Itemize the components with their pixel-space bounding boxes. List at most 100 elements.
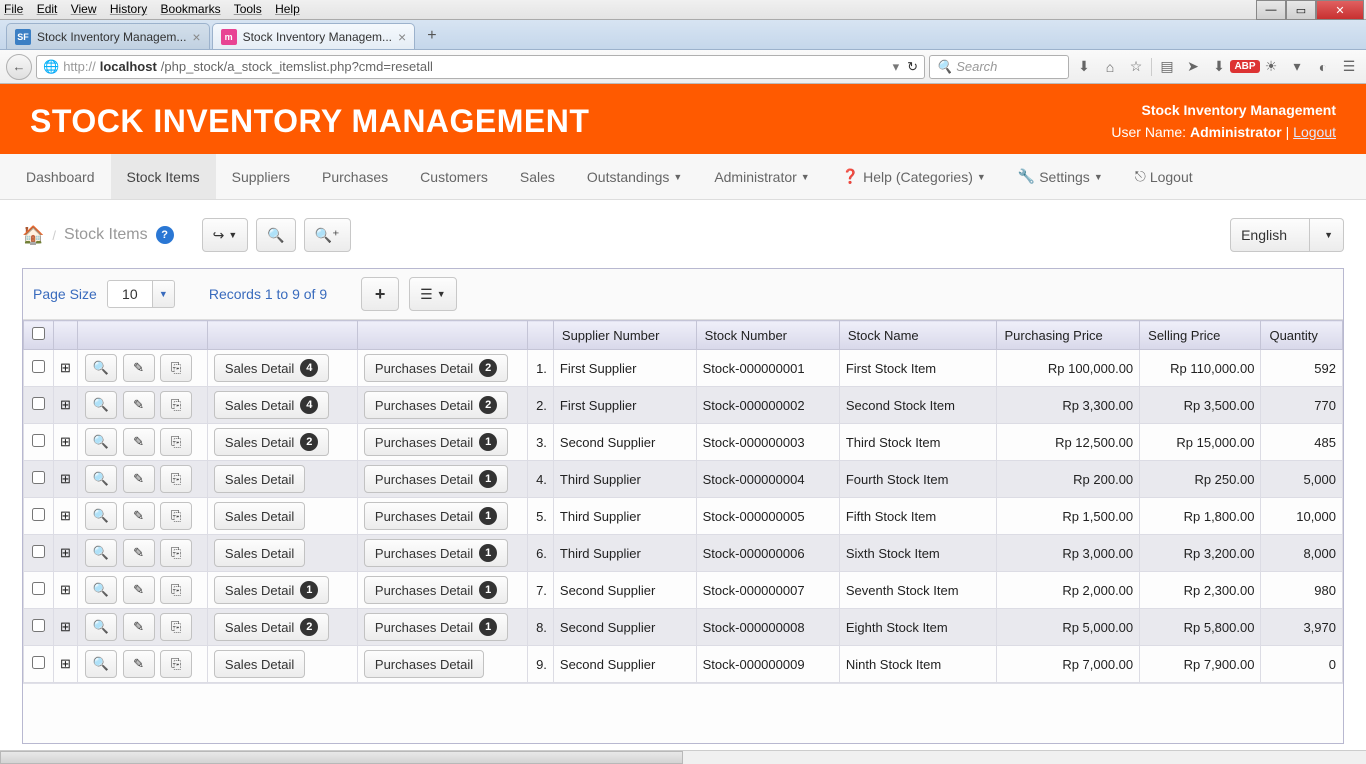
menu-edit[interactable]: Edit: [37, 2, 58, 16]
copy-button[interactable]: ⎘: [160, 613, 192, 641]
reload-icon[interactable]: ↻: [907, 59, 918, 75]
search-input[interactable]: 🔍 Search: [929, 55, 1069, 79]
purchases-detail-button[interactable]: Purchases Detail 2: [364, 354, 508, 382]
close-icon[interactable]: ×: [192, 29, 200, 45]
chevron-down-icon[interactable]: ▾: [1286, 58, 1308, 75]
save-icon[interactable]: ⬇: [1208, 58, 1230, 75]
sales-detail-button[interactable]: Sales Detail 4: [214, 391, 329, 419]
copy-button[interactable]: ⎘: [160, 502, 192, 530]
row-checkbox[interactable]: [32, 434, 45, 447]
view-button[interactable]: 🔍: [85, 391, 117, 419]
menu-bookmarks[interactable]: Bookmarks: [161, 2, 221, 16]
add-button[interactable]: +: [361, 277, 399, 311]
browser-tab[interactable]: m Stock Inventory Managem... ×: [212, 23, 416, 49]
bookmark-icon[interactable]: ☆: [1125, 58, 1147, 75]
row-checkbox[interactable]: [32, 397, 45, 410]
select-all-checkbox[interactable]: [32, 327, 45, 340]
sales-detail-button[interactable]: Sales Detail: [214, 650, 305, 678]
menu-tools[interactable]: Tools: [234, 2, 262, 16]
nav-purchases[interactable]: Purchases: [306, 154, 404, 199]
nav-settings[interactable]: 🔧 Settings ▼: [1002, 154, 1119, 199]
purchases-detail-button[interactable]: Purchases Detail 1: [364, 539, 508, 567]
help-icon[interactable]: ?: [156, 226, 174, 244]
new-tab-button[interactable]: +: [417, 23, 446, 49]
back-button[interactable]: ←: [6, 54, 32, 80]
view-button[interactable]: 🔍: [85, 428, 117, 456]
logout-link[interactable]: Logout: [1293, 124, 1336, 140]
view-button[interactable]: 🔍: [85, 613, 117, 641]
scrollbar-thumb[interactable]: [0, 751, 683, 764]
language-select[interactable]: English: [1230, 218, 1310, 252]
download-icon[interactable]: ⬇: [1073, 58, 1095, 75]
expand-button[interactable]: ⊞: [54, 535, 78, 572]
page-size-input[interactable]: 10: [107, 280, 153, 308]
window-close[interactable]: ✕: [1316, 0, 1364, 20]
view-button[interactable]: 🔍: [85, 650, 117, 678]
expand-button[interactable]: ⊞: [54, 572, 78, 609]
sales-detail-button[interactable]: Sales Detail 1: [214, 576, 329, 604]
nav-outstandings[interactable]: Outstandings ▼: [571, 154, 698, 199]
sales-detail-button[interactable]: Sales Detail: [214, 502, 305, 530]
nav-suppliers[interactable]: Suppliers: [216, 154, 306, 199]
nav-help[interactable]: ❓ Help (Categories) ▼: [826, 154, 1002, 199]
nav-dashboard[interactable]: Dashboard: [10, 154, 111, 199]
row-checkbox[interactable]: [32, 471, 45, 484]
window-minimize[interactable]: —: [1256, 0, 1286, 20]
search-button[interactable]: 🔍: [256, 218, 295, 252]
menu-view[interactable]: View: [71, 2, 97, 16]
advanced-search-button[interactable]: 🔍⁺: [304, 218, 351, 252]
view-button[interactable]: 🔍: [85, 465, 117, 493]
edit-button[interactable]: ✎: [123, 502, 155, 530]
view-button[interactable]: 🔍: [85, 576, 117, 604]
row-checkbox[interactable]: [32, 619, 45, 632]
edit-button[interactable]: ✎: [123, 650, 155, 678]
home-icon[interactable]: 🏠: [22, 225, 44, 246]
view-button[interactable]: 🔍: [85, 539, 117, 567]
nav-administrator[interactable]: Administrator ▼: [698, 154, 825, 199]
expand-button[interactable]: ⊞: [54, 461, 78, 498]
copy-button[interactable]: ⎘: [160, 539, 192, 567]
row-checkbox[interactable]: [32, 545, 45, 558]
browser-tab[interactable]: SF Stock Inventory Managem... ×: [6, 23, 210, 49]
nav-customers[interactable]: Customers: [404, 154, 504, 199]
bulk-action-button[interactable]: ☰▼: [409, 277, 456, 311]
purchases-detail-button[interactable]: Purchases Detail 1: [364, 465, 508, 493]
url-input[interactable]: 🌐 http://localhost/php_stock/a_stock_ite…: [36, 55, 925, 79]
row-checkbox[interactable]: [32, 582, 45, 595]
expand-button[interactable]: ⊞: [54, 498, 78, 535]
edit-button[interactable]: ✎: [123, 428, 155, 456]
purchases-detail-button[interactable]: Purchases Detail 1: [364, 502, 508, 530]
nav-logout[interactable]: ⎋ Logout: [1119, 154, 1209, 199]
dropdown-icon[interactable]: ▾: [893, 59, 900, 75]
send-icon[interactable]: ➤: [1182, 58, 1204, 75]
weather-icon[interactable]: ☀: [1260, 58, 1282, 75]
export-button[interactable]: ↪▼: [202, 218, 249, 252]
sales-detail-button[interactable]: Sales Detail: [214, 539, 305, 567]
sales-detail-button[interactable]: Sales Detail 2: [214, 428, 329, 456]
language-dropdown[interactable]: ▼: [1310, 218, 1344, 252]
copy-button[interactable]: ⎘: [160, 465, 192, 493]
edit-button[interactable]: ✎: [123, 391, 155, 419]
purchases-detail-button[interactable]: Purchases Detail 1: [364, 576, 508, 604]
menu-file[interactable]: File: [4, 2, 23, 16]
view-button[interactable]: 🔍: [85, 502, 117, 530]
menu-icon[interactable]: ☰: [1338, 58, 1360, 75]
edit-button[interactable]: ✎: [123, 354, 155, 382]
col-stock-name[interactable]: Stock Name: [839, 321, 996, 350]
window-maximize[interactable]: ▭: [1286, 0, 1316, 20]
copy-button[interactable]: ⎘: [160, 576, 192, 604]
expand-button[interactable]: ⊞: [54, 387, 78, 424]
home-icon[interactable]: ⌂: [1099, 59, 1121, 75]
col-quantity[interactable]: Quantity: [1261, 321, 1343, 350]
row-checkbox[interactable]: [32, 508, 45, 521]
expand-button[interactable]: ⊞: [54, 646, 78, 683]
extension-icon[interactable]: ◐: [1312, 59, 1334, 75]
col-stock-number[interactable]: Stock Number: [696, 321, 839, 350]
col-selling-price[interactable]: Selling Price: [1140, 321, 1261, 350]
edit-button[interactable]: ✎: [123, 539, 155, 567]
close-icon[interactable]: ×: [398, 29, 406, 45]
nav-stock-items[interactable]: Stock Items: [111, 154, 216, 199]
edit-button[interactable]: ✎: [123, 613, 155, 641]
edit-button[interactable]: ✎: [123, 465, 155, 493]
purchases-detail-button[interactable]: Purchases Detail: [364, 650, 484, 678]
